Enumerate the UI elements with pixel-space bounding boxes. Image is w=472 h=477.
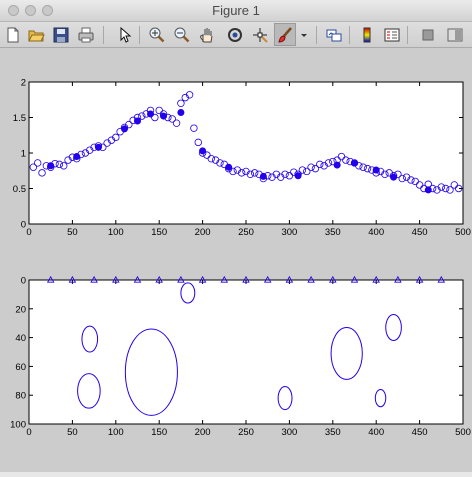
y-tick-label: 0 <box>21 276 26 287</box>
y-tick-label: 20 <box>15 304 26 315</box>
x-tick-label: 100 <box>108 427 124 438</box>
y-tick-label: 80 <box>15 391 26 402</box>
x-tick-label: 150 <box>151 427 167 438</box>
show-plot-tools-icon <box>447 28 463 42</box>
x-tick-label: 150 <box>151 227 167 238</box>
filled-circle-point <box>177 109 185 117</box>
print-figure-icon <box>78 27 94 43</box>
x-tick-label: 250 <box>238 427 254 438</box>
print-figure-button[interactable] <box>75 22 97 48</box>
x-tick-label: 400 <box>368 227 384 238</box>
x-tick-label: 100 <box>108 227 124 238</box>
brush-button[interactable] <box>274 23 296 46</box>
x-tick-label: 250 <box>238 227 254 238</box>
filled-circle-point <box>120 125 128 133</box>
toolbar-separator <box>349 26 350 44</box>
brush-icon <box>278 27 292 43</box>
x-tick-label: 0 <box>26 227 31 238</box>
hide-plot-tools-button[interactable] <box>417 22 439 48</box>
rotate-3d-icon <box>228 28 242 42</box>
x-tick-label: 300 <box>281 427 297 438</box>
new-figure-icon <box>7 27 19 43</box>
rotate-3d-button[interactable] <box>224 22 246 48</box>
x-tick-label: 300 <box>281 227 297 238</box>
top-axes[interactable]: 0 50 100 150 200 250 300 350 400 450 500 0 0.5 1 1.5 2 <box>13 78 471 239</box>
filled-circle-point <box>333 161 341 169</box>
x-tick-label: 200 <box>195 427 211 438</box>
x-tick-label: 0 <box>26 427 31 438</box>
insert-colorbar-button[interactable] <box>356 22 378 48</box>
insert-legend-button[interactable] <box>381 22 403 48</box>
x-tick-label: 200 <box>195 227 211 238</box>
figure-canvas: 0 50 100 150 200 250 300 350 400 450 500 0 0.5 1 1.5 2 … <box>0 48 472 472</box>
filled-circle-point <box>390 173 398 181</box>
toolbar-separator <box>316 26 317 44</box>
brush-menu-button[interactable] <box>298 22 310 48</box>
x-tick-label: 450 <box>412 427 428 438</box>
window-title: Figure 1 <box>212 3 260 18</box>
filled-circle-point <box>199 147 207 155</box>
data-cursor-icon <box>253 28 268 43</box>
insert-colorbar-icon <box>363 27 371 43</box>
edit-plot-arrow-icon <box>120 26 132 43</box>
x-tick-label: 50 <box>67 427 78 438</box>
x-tick-label: 450 <box>412 227 428 238</box>
y-tick-label: 60 <box>15 362 26 373</box>
save-figure-button[interactable] <box>50 22 72 48</box>
link-plot-icon <box>326 29 342 42</box>
y-tick-label: 0 <box>21 220 26 231</box>
toolbar-separator <box>139 26 140 44</box>
filled-circle-point <box>259 172 267 180</box>
toolbar-separator <box>103 26 104 44</box>
y-tick-label: 100 <box>10 420 26 431</box>
x-tick-label: 350 <box>325 227 341 238</box>
filled-circle-point <box>160 112 168 120</box>
brush-menu-chevron-icon <box>301 34 307 37</box>
x-tick-label: 400 <box>368 427 384 438</box>
zoom-in-icon <box>149 27 165 43</box>
filled-circle-point <box>134 117 141 125</box>
open-file-button[interactable] <box>25 22 47 48</box>
link-plot-button[interactable] <box>323 22 345 48</box>
save-figure-icon <box>53 27 69 43</box>
pan-button[interactable] <box>196 22 218 48</box>
filled-circle-point <box>147 110 155 118</box>
filled-circle-point <box>424 186 432 194</box>
y-tick-label: 1.5 <box>13 113 26 124</box>
toolbar-separator <box>407 26 408 44</box>
window-titlebar: Figure 1 <box>0 0 472 22</box>
zoom-out-icon <box>174 27 190 43</box>
figure-toolbar <box>0 22 472 48</box>
x-tick-label: 50 <box>67 227 78 238</box>
x-tick-label: 500 <box>455 427 471 438</box>
filled-circle-point <box>372 166 380 174</box>
y-tick-label: 40 <box>15 333 26 344</box>
filled-circle-point <box>73 153 81 161</box>
hide-plot-tools-icon <box>422 29 434 41</box>
edit-plot-button[interactable] <box>113 22 135 48</box>
x-tick-label: 350 <box>325 427 341 438</box>
filled-circle-point <box>294 172 302 180</box>
y-tick-label: 2 <box>21 78 26 89</box>
pan-hand-icon <box>200 28 213 43</box>
y-tick-label: 1 <box>21 149 26 160</box>
figure-plots: 0 50 100 150 200 250 300 350 400 450 50000.511.52 … <box>10 78 471 439</box>
new-figure-button[interactable] <box>2 22 24 48</box>
bottom-axes[interactable]: 0 50 100 150 200 250 300 350 400 450 500 0 20 40 60 80 1… <box>10 276 471 439</box>
zoom-in-button[interactable] <box>146 22 168 48</box>
show-plot-tools-button[interactable] <box>444 22 466 48</box>
open-file-icon <box>28 30 45 42</box>
y-tick-label: 0.5 <box>13 184 26 195</box>
zoom-out-button[interactable] <box>171 22 193 48</box>
plot-area <box>28 81 464 225</box>
filled-circle-point <box>351 159 358 167</box>
x-tick-label: 500 <box>455 227 471 238</box>
filled-circle-point <box>225 163 233 171</box>
insert-legend-icon <box>384 28 400 42</box>
plot-area <box>28 279 464 425</box>
data-cursor-button[interactable] <box>249 22 271 48</box>
filled-circle-point <box>94 143 102 151</box>
filled-circle-point <box>47 162 55 170</box>
